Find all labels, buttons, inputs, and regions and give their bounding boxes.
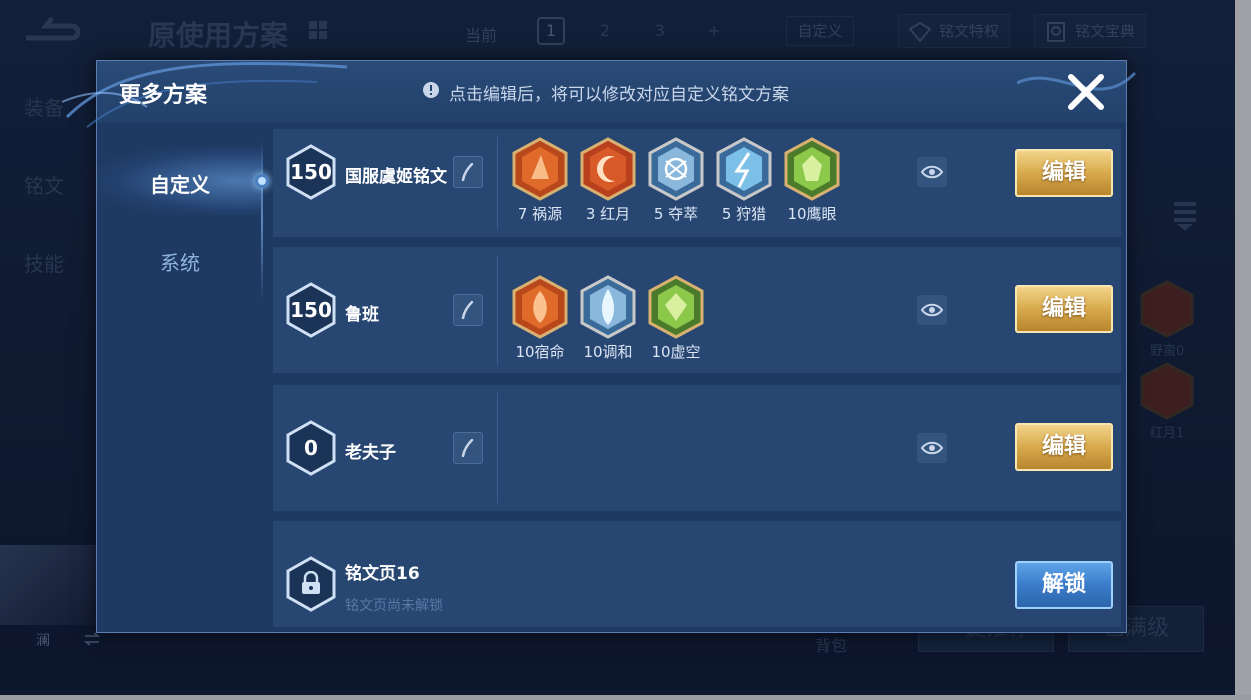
- rune-yingyan-icon: [784, 137, 840, 201]
- locked-plan-row: 铭文页16 铭文页尚未解锁 解锁: [273, 521, 1121, 627]
- plan-row: 150 国服虞姬铭文 7 祸源 3 红月 5 夺萃 5 狩猎 10鹰眼 编辑: [273, 129, 1121, 237]
- pencil-icon: [461, 439, 474, 457]
- plan-row: 0 老夫子 编辑: [273, 385, 1121, 511]
- row-divider: [497, 255, 498, 365]
- tab-system[interactable]: 系统: [97, 247, 263, 276]
- pencil-icon: [461, 301, 474, 319]
- rune-label: 10鹰眼: [787, 205, 837, 223]
- locked-plan-subtitle: 铭文页尚未解锁: [345, 598, 443, 614]
- dialog-title: 更多方案: [119, 83, 208, 108]
- rune-tiaohe-icon: [580, 275, 636, 339]
- unlock-button[interactable]: 解锁: [1015, 561, 1113, 609]
- preview-button[interactable]: [917, 157, 947, 187]
- plan-level: 150: [290, 160, 332, 184]
- lock-icon: [302, 571, 320, 594]
- edit-button[interactable]: 编辑: [1015, 149, 1113, 197]
- eye-icon: [921, 441, 943, 455]
- row-divider: [497, 137, 498, 229]
- plan-name: 老夫子: [345, 443, 396, 463]
- plan-name: 国服虞姬铭文: [345, 167, 447, 187]
- plan-level: 0: [304, 436, 318, 460]
- tab-custom[interactable]: 自定义: [97, 169, 263, 198]
- preview-button[interactable]: [917, 433, 947, 463]
- eye-icon: [921, 303, 943, 317]
- edit-button[interactable]: 编辑: [1015, 285, 1113, 333]
- close-icon[interactable]: [1065, 71, 1107, 113]
- eye-icon: [921, 165, 943, 179]
- info-icon: [423, 82, 439, 98]
- plan-name: 鲁班: [345, 305, 379, 325]
- rune-hongyue-icon: [580, 137, 636, 201]
- dialog-tip: 点击编辑后，将可以修改对应自定义铭文方案: [449, 85, 789, 105]
- plan-row: 150 鲁班 10宿命 10调和 10虚空 编辑: [273, 247, 1121, 373]
- locked-plan-name: 铭文页16: [345, 564, 420, 584]
- plan-level: 150: [290, 298, 332, 322]
- more-plans-dialog: 更多方案 点击编辑后，将可以修改对应自定义铭文方案 自定义 系统 150 国服虞…: [61, 60, 1137, 633]
- rename-button[interactable]: [453, 156, 483, 188]
- pencil-icon: [461, 163, 474, 181]
- rename-button[interactable]: [453, 432, 483, 464]
- row-divider: [497, 393, 498, 503]
- nav-divider: [261, 141, 263, 301]
- rune-label: 10虚空: [651, 343, 701, 361]
- edit-button[interactable]: 编辑: [1015, 423, 1113, 471]
- rune-xukong-icon: [648, 275, 704, 339]
- rune-shoulie-icon: [716, 137, 772, 201]
- rune-suming-icon: [512, 275, 568, 339]
- rune-huoyuan-icon: [512, 137, 568, 201]
- preview-button[interactable]: [917, 295, 947, 325]
- rune-duocui-icon: [648, 137, 704, 201]
- rename-button[interactable]: [453, 294, 483, 326]
